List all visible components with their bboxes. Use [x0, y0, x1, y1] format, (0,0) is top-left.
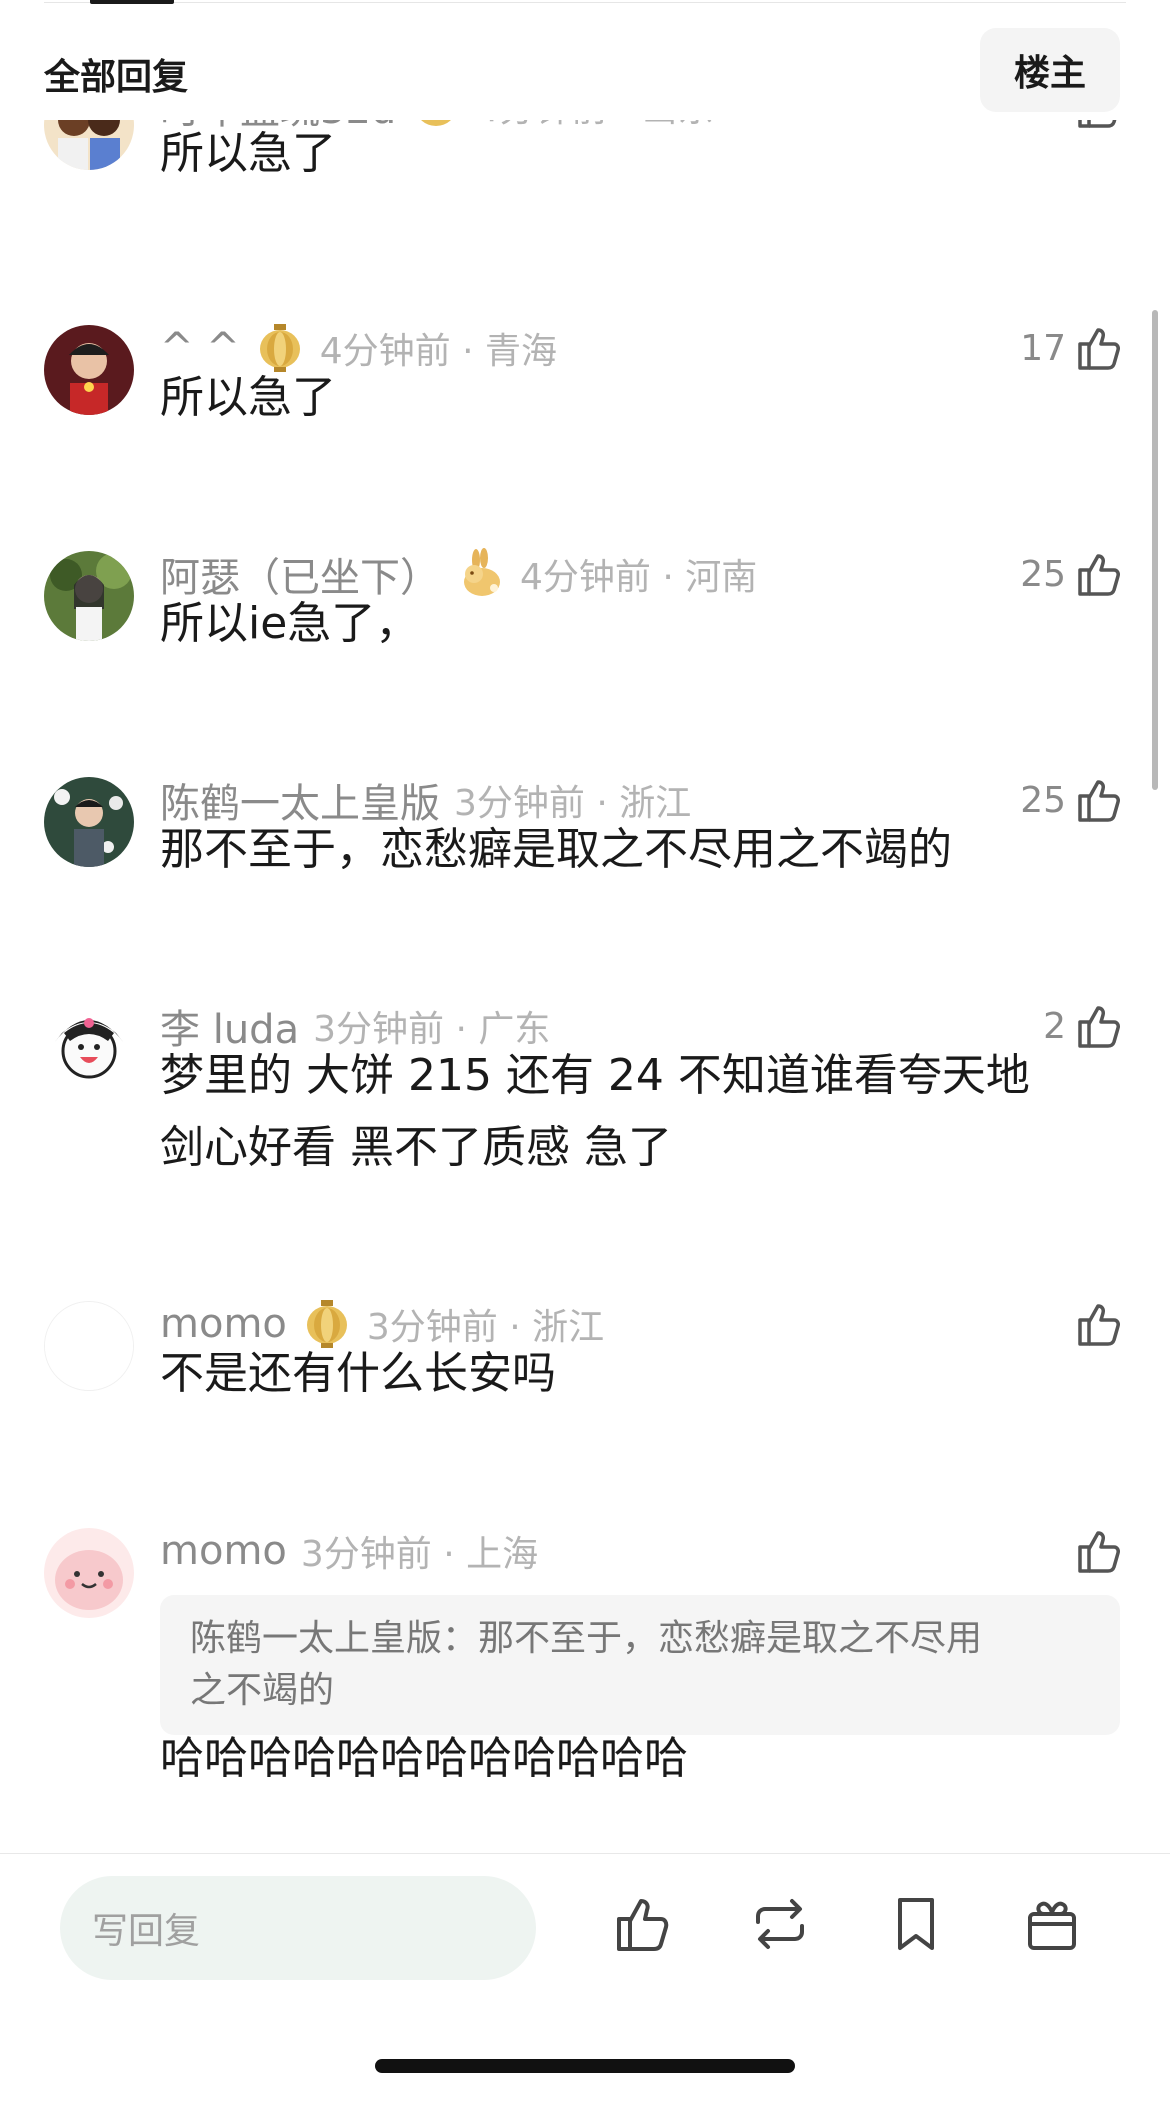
quote-text-line: 之不竭的: [190, 1670, 335, 1711]
reply-input[interactable]: 写回复: [60, 1876, 536, 1980]
scrollbar[interactable]: [1152, 310, 1158, 790]
avatar[interactable]: [44, 120, 134, 170]
avatar[interactable]: [44, 551, 134, 641]
like-button[interactable]: [1074, 1523, 1126, 1579]
repost-icon[interactable]: [748, 1892, 812, 1956]
comment-list[interactable]: 时年盖琉32d 4分钟前 · 山东 20 所以急了 ^ ^ 4分钟前 · 青海 …: [0, 120, 1170, 1853]
quoted-reply[interactable]: 陈鹤一太上皇版：那不至于，恋愁癖是取之不尽用 之不竭的: [160, 1595, 1120, 1735]
avatar[interactable]: [44, 1528, 134, 1618]
like-icon[interactable]: [612, 1892, 676, 1956]
avatar[interactable]: [44, 1301, 134, 1391]
comment-text: 不是还有什么长安吗: [160, 1348, 556, 1399]
comment-text: 哈哈哈哈哈哈哈哈哈哈哈哈: [160, 1733, 688, 1784]
top-divider: [44, 2, 1126, 3]
comment-text-line: 梦里的 大饼 215 还有 24 不知道谁看夸天地: [160, 1050, 1030, 1101]
op-only-button[interactable]: 楼主: [980, 28, 1120, 112]
thumbs-up-icon: [1078, 1531, 1120, 1573]
home-indicator[interactable]: [375, 2059, 795, 2073]
replies-header: 全部回复 楼主: [0, 20, 1170, 120]
comment-time: 3分钟前 · 上海: [300, 1534, 539, 1575]
comment-text: 那不至于，恋愁癖是取之不尽用之不竭的: [160, 824, 952, 875]
page-title: 全部回复: [44, 57, 189, 98]
comment-text: 所以急了: [160, 372, 336, 423]
comment-text: 所以急了: [160, 128, 336, 179]
avatar[interactable]: [44, 1003, 134, 1093]
avatar[interactable]: [44, 777, 134, 867]
comment-text: 所以ie急了，: [160, 598, 420, 649]
quote-text-line: 陈鹤一太上皇版：那不至于，恋愁癖是取之不尽用: [190, 1618, 983, 1659]
bottom-action-bar: 写回复: [0, 1853, 1170, 2110]
gift-icon[interactable]: [1020, 1892, 1084, 1956]
username[interactable]: momo: [160, 1528, 287, 1574]
bookmark-icon[interactable]: [884, 1892, 948, 1956]
avatar[interactable]: [44, 325, 134, 415]
sheet-handle[interactable]: [90, 0, 174, 4]
comment-text-line: 剑心好看 黑不了质感 急了: [160, 1122, 672, 1173]
